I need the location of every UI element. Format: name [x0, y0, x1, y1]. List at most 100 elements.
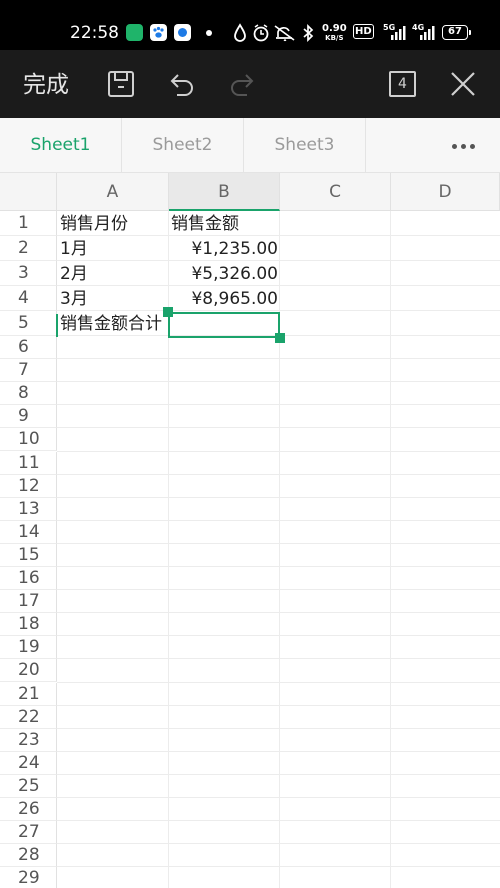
- row-header[interactable]: 18: [0, 613, 57, 637]
- row-header[interactable]: 20: [0, 659, 57, 683]
- cell-a1[interactable]: 销售月份: [60, 212, 128, 237]
- row-header[interactable]: 8: [0, 382, 57, 406]
- row-header[interactable]: 9: [0, 405, 57, 429]
- spreadsheet-grid[interactable]: A B C D 1 2 3 4 5 6 7 8 9 10 11 12 13 14 15 16 17 18 19 20 2…: [0, 173, 500, 888]
- row-divider: [57, 358, 500, 360]
- row-divider: [57, 658, 500, 660]
- select-all-corner[interactable]: [0, 173, 57, 211]
- cell-b4[interactable]: ¥8,965.00: [171, 287, 278, 312]
- sim1-signal-icon: [390, 25, 406, 45]
- row-divider: [57, 542, 500, 544]
- row-header[interactable]: 24: [0, 751, 57, 775]
- row-header[interactable]: 13: [0, 497, 57, 521]
- row-header[interactable]: 14: [0, 520, 57, 544]
- selection-handle-bottom-right[interactable]: [275, 333, 285, 343]
- row-divider: [57, 496, 500, 498]
- row-divider: [57, 381, 500, 383]
- sheet-tabs: Sheet1 Sheet2 Sheet3: [0, 118, 500, 173]
- cell-b1[interactable]: 销售金额: [171, 212, 239, 237]
- battery-icon: 67: [442, 25, 471, 40]
- network-speed-unit: KB/S: [325, 34, 344, 42]
- row-divider: [57, 773, 500, 775]
- status-bar: 22:58 0.90 KB/S HD 5G 4G 67: [0, 0, 500, 50]
- row-divider: [57, 866, 500, 868]
- column-header-b[interactable]: B: [169, 173, 280, 211]
- row-header[interactable]: 16: [0, 567, 57, 591]
- row-header[interactable]: 27: [0, 821, 57, 845]
- status-time: 22:58: [70, 23, 119, 43]
- row-header[interactable]: 22: [0, 705, 57, 729]
- row-divider: [57, 727, 500, 729]
- row-divider: [57, 635, 500, 637]
- selection-handle-top-left[interactable]: [163, 307, 173, 317]
- row-divider: [57, 589, 500, 591]
- cell-b2[interactable]: ¥1,235.00: [171, 237, 278, 262]
- more-dot-icon: [452, 144, 457, 149]
- column-header-c[interactable]: C: [280, 173, 391, 211]
- row-divider: [57, 566, 500, 567]
- row-divider: [57, 820, 500, 822]
- sim2-signal-icon: [419, 25, 435, 45]
- column-header-d[interactable]: D: [391, 173, 500, 211]
- row-header[interactable]: 26: [0, 798, 57, 822]
- text-cursor: [56, 314, 58, 337]
- row-header[interactable]: 23: [0, 728, 57, 752]
- save-icon[interactable]: [107, 70, 135, 102]
- column-header-a[interactable]: A: [57, 173, 169, 211]
- row-header[interactable]: 21: [0, 682, 57, 706]
- browser-app-icon: [174, 24, 191, 41]
- row-header[interactable]: 5: [0, 311, 57, 336]
- cell-a2[interactable]: 1月: [60, 237, 88, 262]
- sheet-count-button[interactable]: 4: [389, 71, 416, 97]
- selected-cell-b5[interactable]: [168, 312, 280, 338]
- column-divider: [390, 211, 391, 888]
- row-header[interactable]: 1: [0, 211, 57, 236]
- row-divider: [57, 519, 500, 521]
- row-header[interactable]: 4: [0, 286, 57, 311]
- row-header[interactable]: 10: [0, 428, 57, 452]
- row-header[interactable]: 3: [0, 261, 57, 286]
- row-header[interactable]: 12: [0, 474, 57, 498]
- row-header[interactable]: 6: [0, 336, 57, 360]
- row-header[interactable]: 28: [0, 844, 57, 868]
- more-dot-icon: [470, 144, 475, 149]
- more-dot-icon: [461, 144, 466, 149]
- row-divider: [57, 404, 500, 406]
- row-divider: [57, 450, 500, 452]
- row-divider: [57, 681, 500, 683]
- row-header[interactable]: 25: [0, 774, 57, 798]
- tab-sheet3[interactable]: Sheet3: [244, 118, 366, 173]
- tab-sheet1[interactable]: Sheet1: [0, 118, 122, 173]
- more-tabs-button[interactable]: [366, 118, 500, 173]
- row-header[interactable]: 19: [0, 636, 57, 660]
- row-divider: [57, 473, 500, 475]
- row-divider: [57, 797, 500, 798]
- row-header[interactable]: 15: [0, 543, 57, 567]
- tab-sheet2[interactable]: Sheet2: [122, 118, 244, 173]
- notification-app-icon: [126, 24, 143, 41]
- row-divider: [57, 612, 500, 614]
- cell-a4[interactable]: 3月: [60, 287, 88, 312]
- row-header[interactable]: 17: [0, 590, 57, 614]
- close-icon[interactable]: [450, 71, 476, 101]
- editor-toolbar: 完成: [0, 50, 500, 118]
- undo-icon[interactable]: [168, 72, 196, 102]
- system-status-icons: [232, 23, 322, 47]
- cell-a5[interactable]: 销售金额合计: [60, 312, 168, 337]
- paw-app-icon: [150, 24, 167, 41]
- done-button[interactable]: 完成: [23, 70, 69, 100]
- cell-b3[interactable]: ¥5,326.00: [171, 262, 278, 287]
- row-divider: [57, 843, 500, 845]
- row-header[interactable]: 7: [0, 359, 57, 383]
- row-divider: [57, 704, 500, 706]
- row-header[interactable]: 2: [0, 236, 57, 261]
- row-divider: [57, 750, 500, 752]
- cell-a3[interactable]: 2月: [60, 262, 88, 287]
- row-divider: [57, 260, 500, 261]
- row-header[interactable]: 29: [0, 867, 57, 888]
- more-notifications-dot: [206, 30, 212, 36]
- network-speed-value: 0.90: [322, 23, 347, 34]
- row-header[interactable]: 11: [0, 451, 57, 475]
- redo-icon[interactable]: [228, 72, 256, 102]
- network-speed: 0.90 KB/S: [322, 24, 347, 43]
